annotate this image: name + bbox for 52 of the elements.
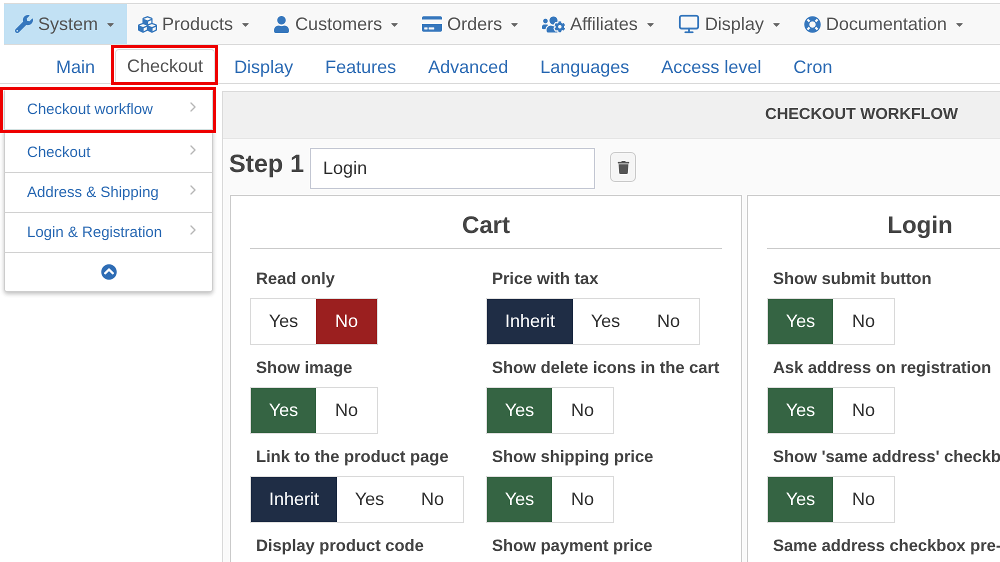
trash-icon: [616, 160, 630, 174]
toggle-option[interactable]: No: [316, 299, 377, 344]
step-label: Step 1: [229, 150, 304, 179]
panel-title: Login: [767, 196, 1000, 249]
setting-label: Link to the product page: [255, 447, 448, 468]
setting-label: Price with tax: [491, 269, 598, 290]
sidebar-item[interactable]: Checkout workflow: [5, 90, 212, 130]
delete-button[interactable]: [610, 152, 636, 182]
tab[interactable]: Features: [309, 50, 412, 83]
nav-menu-item[interactable]: System: [4, 4, 128, 44]
tab[interactable]: Advanced: [412, 50, 524, 83]
toggle-option[interactable]: Yes: [487, 477, 552, 522]
setting-label: Ask address on registration: [772, 358, 992, 379]
nav-menu-item[interactable]: Display: [666, 4, 793, 44]
monitor-icon: [678, 13, 700, 35]
tab[interactable]: Display: [218, 50, 310, 83]
panel-title: Cart: [250, 196, 722, 249]
setting-label: Display product code: [255, 536, 424, 557]
setting-label: Show payment price: [491, 536, 652, 557]
credit-card-icon: [422, 14, 442, 34]
nav-menu-item[interactable]: Orders: [411, 4, 532, 44]
setting-label: Show 'same address' checkb: [772, 447, 1000, 468]
nav-menu-item[interactable]: Products: [127, 4, 262, 44]
toggle-option[interactable]: Yes: [251, 388, 316, 433]
toggle-option[interactable]: Yes: [768, 388, 833, 433]
setting-label: Show shipping price: [491, 447, 654, 468]
toggle-option[interactable]: Yes: [768, 477, 833, 522]
wrench-icon: [15, 15, 33, 33]
sidebar-item[interactable]: Login & Registration: [5, 213, 212, 253]
sidebar-item[interactable]: Checkout: [5, 133, 212, 173]
cubes-icon: [138, 14, 158, 34]
life-ring-icon: [804, 16, 821, 32]
nav-menu-item[interactable]: Customers: [262, 4, 412, 44]
setting-label: Show submit button: [772, 269, 932, 290]
toggle-option[interactable]: Yes: [768, 299, 833, 344]
tab[interactable]: Access level: [645, 50, 778, 83]
nav-menu-item[interactable]: Affiliates: [531, 4, 667, 44]
tab[interactable]: Cron: [777, 50, 848, 83]
nav-menu-item[interactable]: Documentation: [792, 4, 976, 44]
user-icon: [273, 16, 290, 32]
toggle-option[interactable]: Inherit: [251, 477, 337, 522]
tab[interactable]: Languages: [524, 50, 646, 83]
toggle-option[interactable]: Yes: [487, 388, 552, 433]
setting-label: Show delete icons in the cart: [491, 358, 720, 379]
setting-label: Show image: [255, 358, 352, 379]
section-title: CHECKOUT WORKFLOW: [765, 106, 958, 124]
setting-label: Read only: [255, 269, 335, 290]
tab[interactable]: Checkout: [115, 49, 216, 82]
sidebar-item[interactable]: Address & Shipping: [5, 173, 212, 213]
step-name-field[interactable]: Login: [310, 148, 596, 189]
toggle-option[interactable]: Inherit: [487, 299, 573, 344]
tab[interactable]: Main: [40, 50, 112, 83]
